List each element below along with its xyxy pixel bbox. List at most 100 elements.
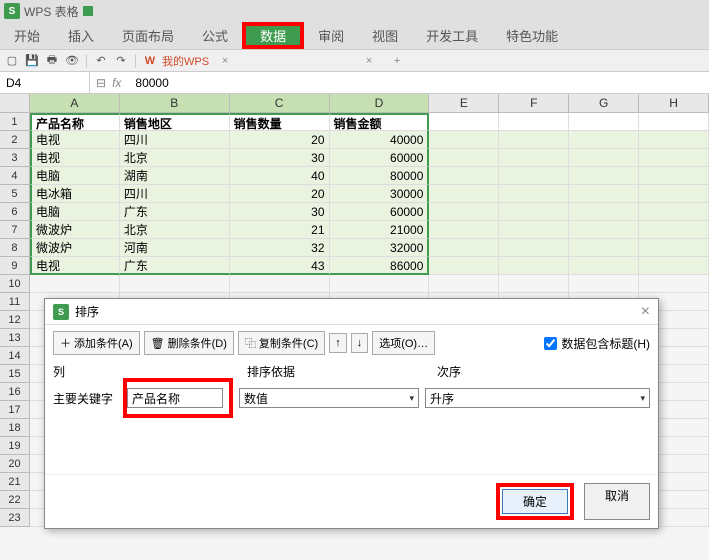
- cell[interactable]: 60000: [330, 149, 430, 167]
- redo-icon[interactable]: ↷: [113, 53, 129, 69]
- move-up-button[interactable]: ↑: [329, 333, 347, 353]
- row-header[interactable]: 10: [0, 275, 30, 293]
- cell[interactable]: 60000: [330, 203, 430, 221]
- cell[interactable]: 北京: [120, 221, 230, 239]
- options-button[interactable]: 选项(O)…: [372, 331, 435, 355]
- cell[interactable]: [499, 185, 569, 203]
- cell[interactable]: [499, 239, 569, 257]
- row-header[interactable]: 8: [0, 239, 30, 257]
- cell[interactable]: [569, 257, 639, 275]
- cell[interactable]: 四川: [120, 185, 230, 203]
- cell[interactable]: [569, 167, 639, 185]
- cell[interactable]: 40: [230, 167, 330, 185]
- cell[interactable]: 北京: [120, 149, 230, 167]
- cell[interactable]: 微波炉: [30, 239, 120, 257]
- cell[interactable]: [569, 203, 639, 221]
- cell[interactable]: 电冰箱: [30, 185, 120, 203]
- col-header-d[interactable]: D: [330, 94, 430, 112]
- cell[interactable]: [230, 275, 330, 293]
- checkbox-input[interactable]: [544, 337, 557, 350]
- wps-tab-label[interactable]: 我的WPS: [162, 53, 209, 69]
- menu-view[interactable]: 视图: [358, 22, 412, 49]
- cell[interactable]: [639, 131, 709, 149]
- col-header-c[interactable]: C: [230, 94, 330, 112]
- cell[interactable]: [429, 257, 499, 275]
- menu-formula[interactable]: 公式: [188, 22, 242, 49]
- cell-reference[interactable]: D4: [0, 72, 90, 93]
- fx-icon[interactable]: fx: [112, 76, 121, 90]
- wps-icon[interactable]: W: [142, 53, 158, 69]
- row-header[interactable]: 11: [0, 293, 30, 311]
- cell[interactable]: [429, 203, 499, 221]
- cell[interactable]: [499, 167, 569, 185]
- cell[interactable]: [639, 239, 709, 257]
- cell[interactable]: [569, 185, 639, 203]
- cell[interactable]: 80000: [330, 167, 430, 185]
- cell[interactable]: [569, 275, 639, 293]
- row-header[interactable]: 18: [0, 419, 30, 437]
- row-header[interactable]: 14: [0, 347, 30, 365]
- cell[interactable]: [499, 275, 569, 293]
- row-header[interactable]: 2: [0, 131, 30, 149]
- row-header[interactable]: 13: [0, 329, 30, 347]
- row-header[interactable]: 6: [0, 203, 30, 221]
- row-header[interactable]: 1: [0, 113, 30, 131]
- menu-data[interactable]: 数据: [246, 26, 300, 45]
- cell[interactable]: [429, 239, 499, 257]
- menu-start[interactable]: 开始: [0, 22, 54, 49]
- cell[interactable]: [330, 275, 430, 293]
- cell[interactable]: [499, 131, 569, 149]
- row-header[interactable]: 17: [0, 401, 30, 419]
- cell[interactable]: 销售金额: [330, 113, 430, 131]
- move-down-button[interactable]: ↓: [351, 333, 369, 353]
- cell[interactable]: [429, 275, 499, 293]
- row-header[interactable]: 16: [0, 383, 30, 401]
- cell[interactable]: [639, 275, 709, 293]
- cell[interactable]: [639, 221, 709, 239]
- row-header[interactable]: 21: [0, 473, 30, 491]
- cell[interactable]: [499, 113, 569, 131]
- cell[interactable]: 电视: [30, 149, 120, 167]
- cell[interactable]: 销售数量: [230, 113, 330, 131]
- ok-button[interactable]: 确定: [502, 489, 568, 514]
- col-header-a[interactable]: A: [30, 94, 120, 112]
- row-header[interactable]: 7: [0, 221, 30, 239]
- cell[interactable]: 湖南: [120, 167, 230, 185]
- close-tab-icon[interactable]: ×: [217, 53, 233, 69]
- cell[interactable]: 广东: [120, 203, 230, 221]
- cell[interactable]: 30: [230, 149, 330, 167]
- cell[interactable]: 43: [230, 257, 330, 275]
- row-header[interactable]: 15: [0, 365, 30, 383]
- undo-icon[interactable]: ↶: [93, 53, 109, 69]
- has-header-checkbox[interactable]: 数据包含标题(H): [544, 335, 650, 352]
- row-header[interactable]: 3: [0, 149, 30, 167]
- cell[interactable]: [639, 257, 709, 275]
- cell[interactable]: [30, 275, 120, 293]
- cell[interactable]: [499, 203, 569, 221]
- cell[interactable]: [639, 185, 709, 203]
- row-header[interactable]: 20: [0, 455, 30, 473]
- cell[interactable]: 86000: [330, 257, 430, 275]
- cell[interactable]: [120, 275, 230, 293]
- menu-layout[interactable]: 页面布局: [108, 22, 188, 49]
- cell[interactable]: [639, 203, 709, 221]
- cell[interactable]: [569, 149, 639, 167]
- col-header-f[interactable]: F: [499, 94, 569, 112]
- print-icon[interactable]: 🖶: [44, 53, 60, 69]
- close-tab2-icon[interactable]: ×: [361, 53, 377, 69]
- cell[interactable]: [639, 167, 709, 185]
- add-tab-icon[interactable]: +: [389, 53, 405, 69]
- cell[interactable]: 21: [230, 221, 330, 239]
- cell[interactable]: 20: [230, 185, 330, 203]
- cell[interactable]: [569, 239, 639, 257]
- cell[interactable]: 30: [230, 203, 330, 221]
- menu-special[interactable]: 特色功能: [492, 22, 572, 49]
- cancel-button[interactable]: 取消: [584, 483, 650, 520]
- col-header-b[interactable]: B: [120, 94, 230, 112]
- row-header[interactable]: 5: [0, 185, 30, 203]
- cell[interactable]: [639, 149, 709, 167]
- cell[interactable]: [569, 131, 639, 149]
- cell[interactable]: 四川: [120, 131, 230, 149]
- preview-icon[interactable]: 👁: [64, 53, 80, 69]
- menu-dev[interactable]: 开发工具: [412, 22, 492, 49]
